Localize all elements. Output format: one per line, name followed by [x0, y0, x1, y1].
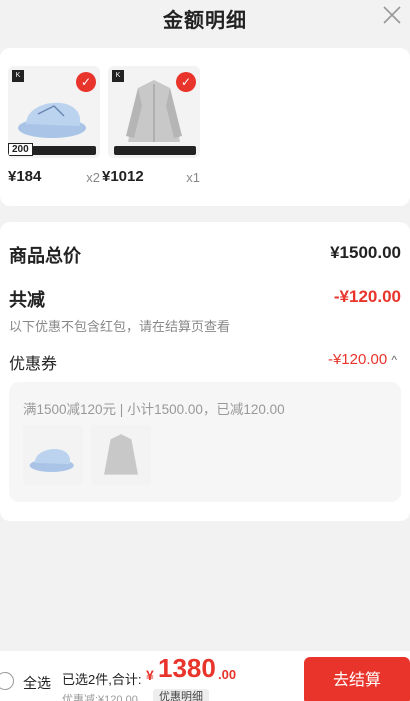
discount-detail-button[interactable]: 优惠明细: [153, 689, 209, 701]
chevron-up-icon[interactable]: ^: [391, 353, 397, 367]
checkout-button[interactable]: 去结算: [304, 657, 410, 701]
checkout-bar: 全选 已选2件,合计: ¥ 1380 .00 优惠减:¥120.00 优惠明细 …: [0, 651, 410, 701]
brand-badge: K: [12, 70, 24, 82]
jacket-image: [91, 425, 151, 485]
product-image[interactable]: K ✓: [108, 66, 200, 158]
total-currency: ¥: [146, 667, 154, 683]
product-qty: x2: [86, 170, 100, 185]
product-price: ¥184: [8, 168, 42, 185]
promo-strip: [24, 146, 96, 155]
checked-icon[interactable]: ✓: [76, 72, 96, 92]
coupon-value[interactable]: -¥120.00 ^: [328, 351, 397, 368]
product-price: ¥1012: [102, 168, 144, 185]
header: 金额明细: [0, 0, 410, 38]
promo-strip: [114, 146, 196, 155]
discount-value: -¥120.00: [333, 287, 401, 306]
discount-note-bottom: 优惠减:¥120.00: [62, 694, 138, 701]
product-image[interactable]: K ✓ 200: [8, 66, 100, 158]
checked-icon[interactable]: ✓: [176, 72, 196, 92]
price-summary: 商品总价 ¥1500.00 共减 -¥120.00 以下优惠不包含红包，请在结算…: [0, 222, 410, 521]
discount-note: 以下优惠不包含红包，请在结算页查看: [9, 319, 231, 334]
count-tag: 200: [8, 143, 33, 156]
coupon-amount: -¥120.00: [327, 351, 388, 368]
cap-image: [23, 425, 83, 485]
product-qty: x1: [186, 170, 200, 185]
coupon-row[interactable]: 优惠券 -¥120.00 ^: [9, 350, 401, 374]
product-list: K ✓ 200 ¥184 x2 K ✓ ¥1012 x1: [0, 48, 410, 206]
goods-total-value: ¥1500.00: [330, 243, 401, 262]
coupon-detail-box: 满1500减120元 | 小计1500.00，已减120.00: [9, 382, 401, 502]
total-amount: 1380: [158, 653, 216, 683]
page-title: 金额明细: [163, 10, 247, 32]
coupon-description: 满1500减120元 | 小计1500.00，已减120.00: [23, 402, 285, 417]
goods-total-row: 商品总价 ¥1500.00: [9, 242, 401, 268]
coupon-product-thumb: [23, 425, 83, 485]
total-decimal: .00: [218, 667, 237, 682]
product-item[interactable]: K ✓ ¥1012 x1: [102, 66, 200, 186]
product-item[interactable]: K ✓ 200 ¥184 x2: [8, 66, 100, 186]
close-icon[interactable]: [380, 3, 404, 27]
select-all-label[interactable]: 全选: [23, 673, 51, 693]
goods-total-label: 商品总价: [9, 246, 81, 266]
brand-badge: K: [112, 70, 124, 82]
coupon-product-thumb: [91, 425, 151, 485]
select-all-radio[interactable]: [0, 672, 14, 690]
selected-info: 已选2件,合计:: [62, 672, 142, 687]
discount-row: 共减 -¥120.00 以下优惠不包含红包，请在结算页查看: [9, 286, 401, 335]
coupon-label: 优惠券: [9, 356, 58, 373]
